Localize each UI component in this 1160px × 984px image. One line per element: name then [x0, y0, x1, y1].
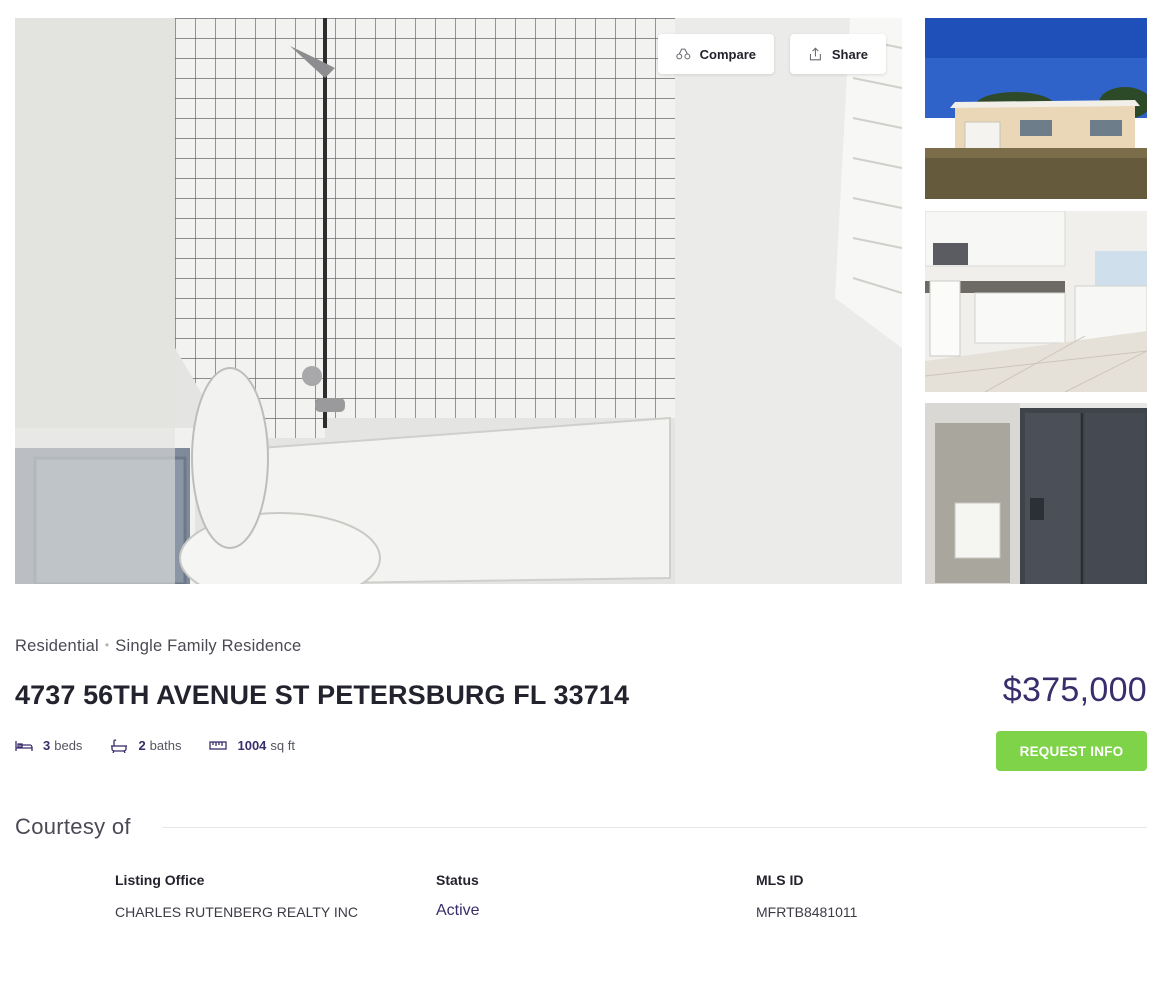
request-info-button[interactable]: REQUEST INFO [996, 731, 1147, 771]
beds-unit: beds [54, 738, 83, 753]
courtesy-divider [162, 827, 1147, 828]
mls-label: MLS ID [756, 872, 804, 888]
property-type-line: Residential • Single Family Residence [15, 637, 301, 656]
ruler-icon [209, 739, 228, 753]
share-label: Share [831, 46, 868, 62]
baths-unit: baths [149, 738, 182, 753]
beds-count: 3 [43, 738, 51, 753]
compare-button[interactable]: Compare [658, 34, 774, 74]
sqft-fact: 1004 sq ft [209, 738, 295, 753]
status-value: Active [436, 902, 480, 919]
baths-count: 2 [138, 738, 146, 753]
beds-fact: 3 beds [15, 738, 82, 753]
sqft-value: 1004 [237, 738, 267, 753]
property-facts: 3 beds 2 baths 1004 sq ft [15, 738, 323, 753]
property-price: $375,000 [1002, 671, 1147, 709]
share-button[interactable]: Share [790, 34, 886, 74]
listing-office-block: Listing Office CHARLES RUTENBERG REALTY … [115, 872, 358, 920]
compare-icon [676, 45, 691, 63]
property-address: 4737 56TH AVENUE ST PETERSBURG FL 33714 [15, 680, 630, 710]
status-label: Status [436, 872, 479, 888]
separator-dot: • [104, 638, 110, 652]
thumbnail-kitchen[interactable] [925, 211, 1147, 392]
thumbnail-house-exterior[interactable] [925, 18, 1147, 199]
mls-value: MFRTB8481011 [756, 904, 858, 920]
mls-block: MLS ID MFRTB8481011 [756, 872, 857, 920]
thumbnail-refrigerator[interactable] [925, 403, 1147, 584]
compare-label: Compare [699, 46, 756, 62]
sqft-unit: sq ft [270, 738, 295, 753]
courtesy-heading: Courtesy of [15, 814, 131, 839]
share-icon [808, 45, 823, 63]
bathtub-icon [110, 738, 128, 753]
main-photo-bathroom[interactable]: Compare Share [15, 18, 902, 584]
listing-office-label: Listing Office [115, 872, 205, 888]
photo-gallery: Compare Share [15, 18, 1147, 584]
bed-icon [15, 739, 33, 753]
status-block: Status Active [436, 872, 480, 920]
property-subtype: Single Family Residence [115, 637, 302, 655]
baths-fact: 2 baths [110, 738, 181, 753]
property-type: Residential [15, 637, 99, 655]
listing-office-value: CHARLES RUTENBERG REALTY INC [115, 904, 358, 920]
